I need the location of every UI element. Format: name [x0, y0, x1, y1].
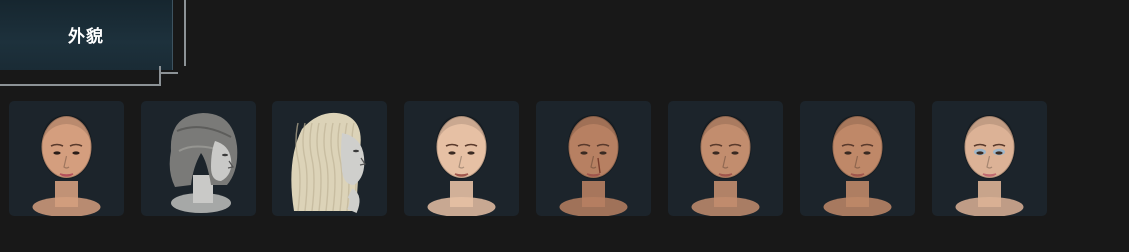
- appearance-preset-card[interactable]: [9, 101, 124, 216]
- character-head-portrait: [955, 115, 1024, 216]
- appearance-preset-card[interactable]: [404, 101, 519, 216]
- character-head-portrait: [691, 115, 760, 216]
- appearance-preset-card[interactable]: [141, 101, 256, 216]
- character-head-portrait: [291, 112, 366, 213]
- character-head-portrait: [169, 113, 238, 213]
- character-head-portrait: [559, 115, 628, 216]
- appearance-preset-card[interactable]: [668, 101, 783, 216]
- character-head-portrait: [427, 115, 496, 216]
- character-head-portrait: [32, 115, 101, 216]
- appearance-preset-card[interactable]: [536, 101, 651, 216]
- appearance-preset-list: [0, 0, 1129, 252]
- appearance-preset-card[interactable]: [272, 101, 387, 216]
- appearance-preset-card[interactable]: [800, 101, 915, 216]
- character-head-portrait: [823, 115, 892, 216]
- appearance-preset-card[interactable]: [932, 101, 1047, 216]
